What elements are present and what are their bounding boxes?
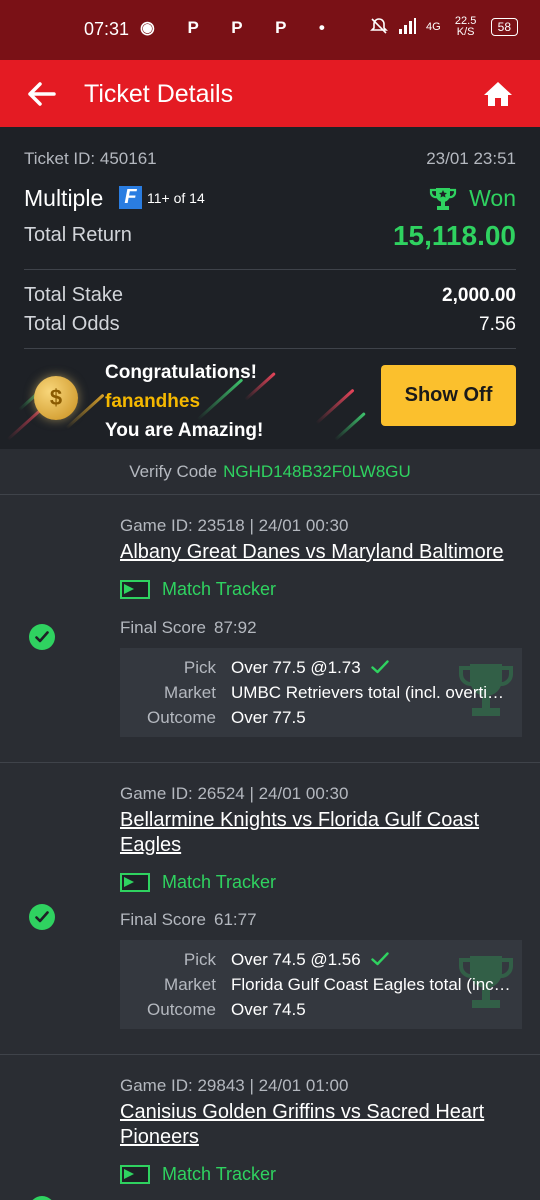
status-time: 07:31 <box>84 19 130 39</box>
final-score: Final Score 87:92 <box>120 618 257 638</box>
match-tracker-label: Match Tracker <box>162 579 277 599</box>
divider <box>24 269 516 270</box>
check-circle-icon <box>29 624 55 650</box>
total-stake-label: Total Stake <box>24 284 123 306</box>
game-id: Game ID: 29843 | 24/01 01:00 <box>120 1076 349 1095</box>
network-speed: 22.5 K/S <box>454 15 477 38</box>
pick-row: Pick Over 77.5 @1.73 <box>120 658 522 680</box>
final-score-value: 87:92 <box>213 618 257 637</box>
pick-label: Pick <box>183 658 216 677</box>
status-right: 4G 22.5 K/S 58 <box>370 16 518 38</box>
trophy-icon <box>430 187 457 210</box>
total-return-value: 15,118.00 <box>392 220 516 251</box>
match-tracker-button[interactable]: Match Tracker <box>120 872 276 893</box>
notification-icons: ◉ P P P • <box>140 18 339 37</box>
pick-value: Over 74.5 @1.56 <box>231 950 512 970</box>
market-label: Market <box>164 975 216 994</box>
page-title: Ticket Details <box>84 80 234 108</box>
tracker-icon <box>120 873 150 892</box>
total-odds-label: Total Odds <box>24 313 120 335</box>
show-off-button[interactable]: Show Off <box>381 365 516 426</box>
final-score: Final Score 61:77 <box>120 910 257 930</box>
match-tracker-button[interactable]: Match Tracker <box>120 579 276 600</box>
status-bar: 07:31 ◉ P P P • 4G 22.5 K/S 58 <box>0 0 540 60</box>
market-row: Market UMBC Retrievers total (incl. over… <box>120 683 522 705</box>
game-id: Game ID: 26524 | 24/01 00:30 <box>120 784 349 803</box>
match-tracker-button[interactable]: Match Tracker <box>120 1164 276 1185</box>
market-value: Florida Gulf Coast Eagles total (incl. o… <box>231 975 512 994</box>
match-link[interactable]: Bellarmine Knights vs Florida Gulf Coast… <box>120 808 520 858</box>
match-link[interactable]: Canisius Golden Griffins vs Sacred Heart… <box>120 1100 520 1150</box>
game-id: Game ID: 23518 | 24/01 00:30 <box>120 516 349 535</box>
outcome-value: Over 77.5 <box>231 708 306 727</box>
decoration-streak <box>334 412 366 441</box>
bet-leg: Game ID: 23518 | 24/01 00:30 Albany Grea… <box>0 494 540 762</box>
legs-info: 11+ of 14 <box>147 190 205 206</box>
divider <box>24 348 516 349</box>
match-link[interactable]: Albany Great Danes vs Maryland Baltimore <box>120 540 520 565</box>
market-value: UMBC Retrievers total (incl. overtime) <box>231 683 512 702</box>
outcome-row: Outcome Over 77.5 <box>120 708 522 730</box>
total-stake-value: 2,000.00 <box>442 285 516 306</box>
check-circle-icon <box>29 1196 55 1200</box>
battery-icon: 58 <box>490 18 518 36</box>
decoration-streak <box>196 378 244 421</box>
verify-code-row: Verify Code NGHD148B32F0LW8GU <box>0 449 540 494</box>
bet-leg: Game ID: 29843 | 24/01 01:00 Canisius Go… <box>0 1054 540 1200</box>
verify-code-value[interactable]: NGHD148B32F0LW8GU <box>223 462 411 481</box>
checkmark-icon <box>371 952 390 966</box>
congrats-message: You are Amazing! <box>105 420 264 441</box>
checkmark-icon <box>371 660 390 674</box>
app-bar: Ticket Details <box>0 60 540 127</box>
match-tracker-label: Match Tracker <box>162 1164 277 1184</box>
bet-leg: Game ID: 26524 | 24/01 00:30 Bellarmine … <box>0 762 540 1054</box>
back-arrow-icon <box>28 82 56 106</box>
home-button[interactable] <box>478 74 518 114</box>
ticket-summary: Ticket ID: 450161 23/01 23:51 Multiple F… <box>0 127 540 449</box>
market-row: Market Florida Gulf Coast Eagles total (… <box>120 975 522 997</box>
ticket-date: 23/01 23:51 <box>426 149 516 168</box>
market-label: Market <box>164 683 216 702</box>
decoration-streak <box>315 388 355 425</box>
bet-type: Multiple <box>24 185 104 211</box>
won-label: Won <box>469 185 516 211</box>
pick-details: Pick Over 74.5 @1.56 Market Florida Gulf… <box>120 940 522 1029</box>
check-circle-icon <box>29 904 55 930</box>
home-icon <box>484 82 512 106</box>
total-return-label: Total Return <box>24 224 132 246</box>
pick-text: Over 74.5 @1.56 <box>231 950 361 969</box>
congrats-username: fanandhes <box>105 391 201 412</box>
tracker-icon <box>120 1165 150 1184</box>
back-button[interactable] <box>22 74 62 114</box>
congrats-banner: $ Congratulations! fanandhes You are Ama… <box>0 350 540 449</box>
match-tracker-label: Match Tracker <box>162 872 277 892</box>
flexi-icon: F <box>119 186 142 209</box>
outcome-label: Outcome <box>147 708 216 727</box>
final-score-label: Final Score <box>120 618 206 637</box>
coin-icon: $ <box>34 376 78 420</box>
outcome-value: Over 74.5 <box>231 1000 306 1019</box>
outcome-row: Outcome Over 74.5 <box>120 1000 522 1022</box>
pick-text: Over 77.5 @1.73 <box>231 658 361 677</box>
final-score-label: Final Score <box>120 910 206 929</box>
mute-icon <box>370 17 388 38</box>
verify-code-label: Verify Code <box>129 462 218 481</box>
signal-icon <box>398 17 416 37</box>
congrats-title: Congratulations! <box>105 362 257 383</box>
pick-label: Pick <box>183 950 216 969</box>
total-odds-value: 7.56 <box>479 314 516 335</box>
pick-value: Over 77.5 @1.73 <box>231 658 512 678</box>
won-status: Won <box>429 185 516 212</box>
network-type: 4G <box>425 21 441 33</box>
outcome-label: Outcome <box>147 1000 216 1019</box>
final-score-value: 61:77 <box>213 910 257 929</box>
tracker-icon <box>120 580 150 599</box>
pick-row: Pick Over 74.5 @1.56 <box>120 950 522 972</box>
pick-details: Pick Over 77.5 @1.73 Market UMBC Retriev… <box>120 648 522 737</box>
